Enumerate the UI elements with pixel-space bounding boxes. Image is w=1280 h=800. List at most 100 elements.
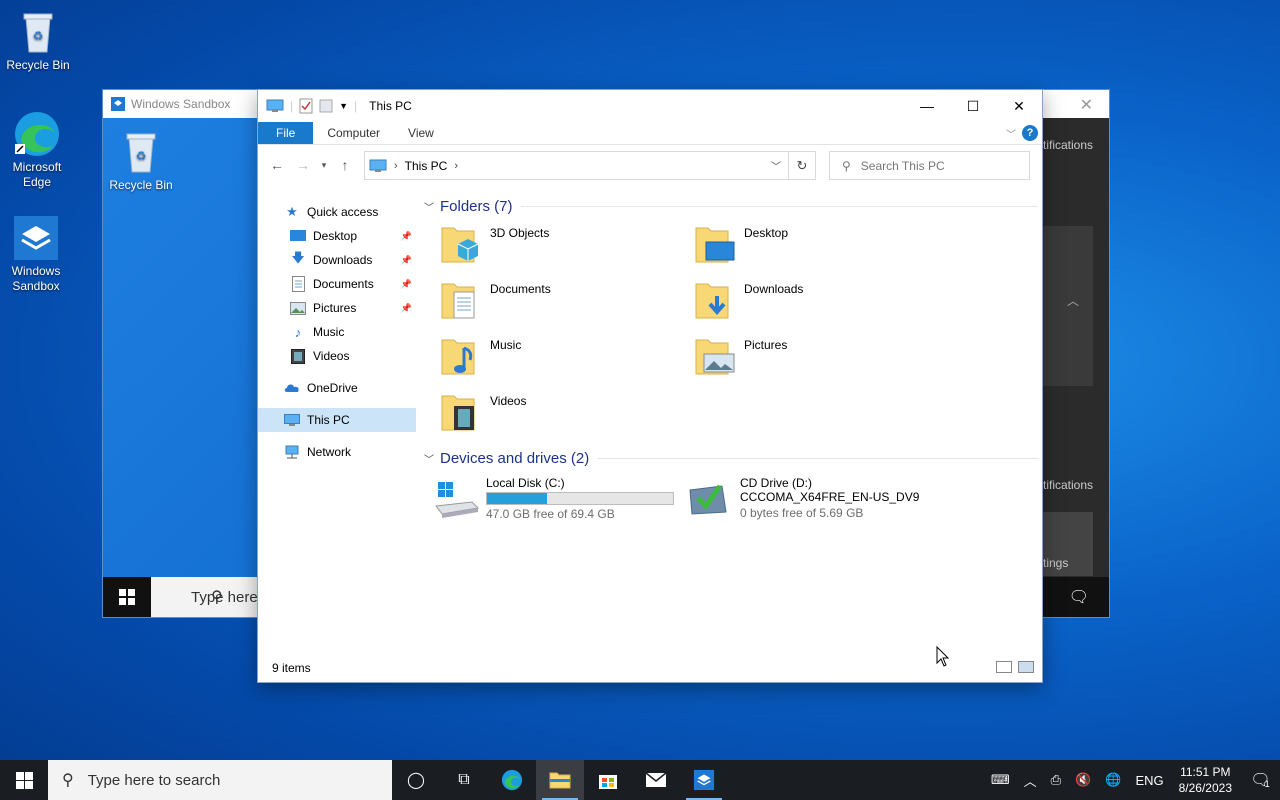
- keyboard-icon[interactable]: ⌨: [991, 772, 1010, 788]
- folders-group-header[interactable]: ﹀ Folders (7): [424, 192, 1038, 220]
- recent-locations-button[interactable]: ▾: [316, 152, 332, 178]
- chevron-up-icon[interactable]: ︿: [1024, 771, 1037, 790]
- new-folder-icon[interactable]: [319, 98, 333, 114]
- sandbox-start-button[interactable]: [103, 577, 151, 617]
- volume-muted-icon[interactable]: 🔇: [1075, 772, 1091, 788]
- pin-icon[interactable]: 📌: [401, 231, 412, 242]
- tab-file[interactable]: File: [258, 122, 314, 144]
- folder-desktop[interactable]: Desktop: [686, 222, 926, 274]
- action-center-button[interactable]: 🗨 1: [1240, 760, 1280, 800]
- svg-text:♻: ♻: [136, 149, 147, 163]
- forward-button[interactable]: →: [290, 152, 316, 178]
- chevron-right-icon[interactable]: ›: [454, 160, 458, 172]
- nav-label: Quick access: [307, 205, 379, 219]
- meet-now-icon[interactable]: ⎙: [1051, 772, 1061, 788]
- this-pc-icon: [266, 99, 284, 112]
- pin-icon[interactable]: 📌: [401, 303, 412, 314]
- nav-network[interactable]: Network: [258, 440, 416, 464]
- folder-pictures[interactable]: Pictures: [686, 334, 926, 386]
- store-icon: [599, 775, 617, 789]
- taskbar-store[interactable]: [584, 760, 632, 800]
- chevron-down-icon: ﹀: [424, 454, 434, 466]
- task-view-button[interactable]: ⧉: [440, 760, 488, 800]
- nav-this-pc[interactable]: This PC: [258, 408, 416, 432]
- nav-label: Documents: [313, 277, 374, 291]
- nav-onedrive[interactable]: OneDrive: [258, 376, 416, 400]
- drive-c[interactable]: Local Disk (C:) 47.0 GB free of 69.4 GB: [432, 476, 682, 526]
- folder-videos[interactable]: Videos: [432, 390, 672, 442]
- tab-view[interactable]: View: [394, 122, 448, 144]
- nav-downloads[interactable]: 🡇 Downloads 📌: [258, 248, 416, 272]
- properties-icon[interactable]: [299, 98, 313, 114]
- nav-label: Network: [307, 445, 352, 459]
- folder-3d-objects-icon: [440, 222, 482, 266]
- network-globe-icon[interactable]: 🌐: [1105, 772, 1121, 788]
- cortana-button[interactable]: ◯: [392, 760, 440, 800]
- expand-ribbon-icon[interactable]: ﹀: [1006, 126, 1016, 141]
- quick-access-toolbar: | ▼ |: [258, 98, 357, 114]
- input-language[interactable]: ENG: [1135, 773, 1163, 788]
- pin-icon[interactable]: 📌: [401, 255, 412, 266]
- drive-d[interactable]: CD Drive (D:) CCCOMA_X64FRE_EN-US_DV9 0 …: [686, 476, 986, 526]
- desktop-icon-sandbox[interactable]: Windows Sandbox: [0, 214, 72, 294]
- notification-icon[interactable]: 🗨: [1069, 587, 1089, 607]
- clock[interactable]: 11:51 PM 8/26/2023: [1179, 764, 1232, 796]
- nav-desktop[interactable]: Desktop 📌: [258, 224, 416, 248]
- folder-music[interactable]: Music: [432, 334, 672, 386]
- close-button[interactable]: ✕: [996, 90, 1042, 122]
- drive-free-space: 47.0 GB free of 69.4 GB: [486, 507, 615, 521]
- minimize-button[interactable]: —: [904, 90, 950, 122]
- desktop-icon-recycle-bin[interactable]: ♻ Recycle Bin: [2, 8, 74, 73]
- details-view-icon[interactable]: [996, 661, 1012, 673]
- large-icons-view-icon[interactable]: [1018, 661, 1034, 673]
- nav-music[interactable]: ♪ Music: [258, 320, 416, 344]
- taskbar-search-box[interactable]: ⚲ Type here to search: [48, 760, 392, 800]
- search-placeholder: Search This PC: [860, 158, 945, 173]
- taskbar-mail[interactable]: [632, 760, 680, 800]
- folder-pictures-icon: [694, 334, 736, 378]
- navigation-bar: ← → ▾ ↑ › This PC › ﹀ ↻ ⚲ Search This PC: [258, 145, 1042, 185]
- pin-icon[interactable]: 📌: [401, 279, 412, 290]
- taskbar-edge[interactable]: [488, 760, 536, 800]
- back-button[interactable]: ←: [264, 152, 290, 178]
- folder-3d-objects[interactable]: 3D Objects: [432, 222, 672, 274]
- drive-info: CD Drive (D:) CCCOMA_X64FRE_EN-US_DV9 0 …: [740, 476, 919, 526]
- breadcrumb-this-pc[interactable]: This PC: [405, 159, 448, 173]
- file-explorer-window[interactable]: | ▼ | This PC — ☐ ✕ File Computer View ﹀…: [257, 89, 1043, 683]
- refresh-button[interactable]: ↻: [788, 151, 816, 180]
- drive-usage-fill: [487, 493, 547, 504]
- address-dropdown-icon[interactable]: ﹀: [771, 158, 781, 173]
- folder-documents[interactable]: Documents: [432, 278, 672, 330]
- maximize-button[interactable]: ☐: [950, 90, 996, 122]
- tab-computer[interactable]: Computer: [313, 122, 394, 144]
- sandbox-close-button[interactable]: ✕: [1080, 95, 1093, 115]
- drives-group-header[interactable]: ﹀ Devices and drives (2): [424, 444, 1038, 472]
- help-button[interactable]: ?: [1022, 125, 1038, 141]
- taskbar-windows-sandbox[interactable]: [680, 760, 728, 800]
- nav-videos[interactable]: Videos: [258, 344, 416, 368]
- up-button[interactable]: ↑: [332, 152, 358, 178]
- desktop-icon-edge[interactable]: Microsoft Edge: [1, 110, 73, 190]
- explorer-titlebar[interactable]: | ▼ | This PC — ☐ ✕: [258, 90, 1042, 122]
- search-box[interactable]: ⚲ Search This PC: [829, 151, 1030, 180]
- mail-icon: [645, 772, 667, 787]
- nav-documents[interactable]: Documents 📌: [258, 272, 416, 296]
- nav-quick-access[interactable]: ★ Quick access: [258, 200, 416, 224]
- cloud-icon: [284, 380, 300, 396]
- taskbar: ⚲ Type here to search ◯ ⧉ ⌨ ︿ ⎙ 🔇 🌐 ENG …: [0, 760, 1280, 800]
- windows-logo-icon: [119, 589, 135, 605]
- address-bar[interactable]: › This PC › ﹀: [364, 151, 816, 180]
- chevron-up-icon[interactable]: ︿: [1067, 292, 1079, 309]
- sandbox-search-box[interactable]: ⚲ Type here: [151, 577, 261, 617]
- drive-label: CCCOMA_X64FRE_EN-US_DV9: [740, 490, 920, 504]
- folder-downloads[interactable]: Downloads: [686, 278, 926, 330]
- sandbox-recycle-bin[interactable]: ♻ Recycle Bin: [105, 128, 177, 193]
- taskbar-file-explorer[interactable]: [536, 760, 584, 800]
- start-button[interactable]: [0, 760, 48, 800]
- nav-pictures[interactable]: Pictures 📌: [258, 296, 416, 320]
- svg-text:♻: ♻: [33, 29, 44, 43]
- sandbox-settings-tile[interactable]: tings: [1043, 512, 1093, 576]
- customize-toolbar-icon[interactable]: ▼: [339, 101, 348, 111]
- nav-label: Videos: [313, 349, 350, 363]
- chevron-right-icon[interactable]: ›: [394, 160, 398, 172]
